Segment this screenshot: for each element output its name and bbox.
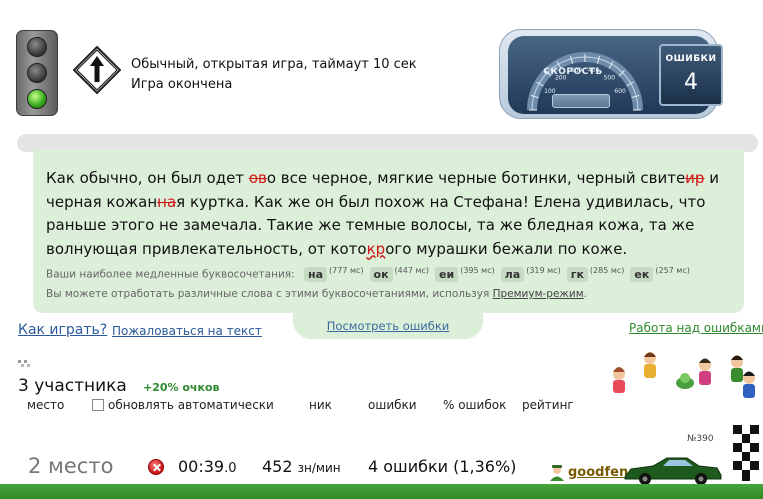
premium-mode-link[interactable]: Премиум-режим [493, 288, 584, 300]
col-place: место [27, 398, 65, 412]
combo-list: на (777 мс) ок (447 мс) еи (395 мс) ла (319 мс)… [298, 266, 690, 282]
slow-combo: еи [435, 266, 459, 282]
complain-link[interactable]: Пожаловаться на текст [112, 324, 262, 338]
dashboard: 100 200 300 400 500 600 СКОРОСТЬ ОШИБКИ 4 [499, 29, 723, 119]
text-error-fragment: на [157, 192, 177, 211]
auto-update-checkbox[interactable] [92, 399, 104, 411]
view-errors-tab: Посмотреть ошибки [293, 313, 483, 339]
game-mode-line: Обычный, открытая игра, таймаут 10 сек [131, 57, 417, 72]
text-fragment: ого мурашки бежали по коже. [385, 239, 628, 258]
col-nick: ник [309, 398, 332, 412]
slow-combo-time: (319 мс) [526, 266, 561, 275]
yellow-lamp [27, 63, 47, 83]
text-fragment: о все черное, мягкие черные ботинки, чер… [266, 169, 686, 187]
slow-combo-time: (285 мс) [589, 266, 625, 275]
text-error-fragment: ир [685, 169, 705, 187]
result-errors: 4 ошибки (1,36%) [368, 457, 517, 476]
game-info: Обычный, открытая игра, таймаут 10 сек И… [131, 55, 417, 95]
text-fragment: Как обычно, он был одет [46, 169, 249, 187]
result-speed: 452 зн/мин [262, 457, 341, 476]
errors-counter: ОШИБКИ 4 [659, 44, 723, 106]
slow-combo-time: (777 мс) [329, 266, 364, 275]
view-errors-link[interactable]: Посмотреть ошибки [293, 319, 483, 333]
result-place: 2 место [28, 454, 114, 478]
errors-count: 4 [684, 70, 698, 95]
slow-combinations-label: Ваши наиболее медленные буквосочетания: [46, 268, 295, 281]
auto-update-label[interactable]: обновлять автоматически [108, 398, 274, 412]
col-error-pct: % ошибок [443, 398, 507, 412]
red-lamp [27, 37, 47, 57]
slow-combo-time: (395 мс) [460, 266, 495, 275]
text-panel: Как обычно, он был одет ово все черное, … [33, 150, 744, 313]
how-to-play-link[interactable]: Как играть? [18, 322, 107, 338]
user-avatar-icon [550, 465, 564, 481]
slow-combo-time: (257 мс) [655, 266, 690, 275]
slow-combo: гк [566, 266, 588, 282]
speedo-tick-label: 600 [614, 88, 626, 95]
typed-text: Как обычно, он был одет ово все черное, … [46, 167, 732, 261]
col-rating: рейтинг [522, 398, 574, 412]
car-number: №390 [687, 434, 714, 444]
speed-readout-box [552, 94, 610, 108]
slow-combinations: Ваши наиболее медленные буквосочетания: … [46, 266, 690, 282]
text-error-fragment: ов [248, 169, 267, 187]
race-track [0, 484, 763, 499]
participants-characters-icon [613, 352, 755, 398]
slow-combo: ок [369, 266, 393, 282]
finish-flag-icon [733, 425, 759, 481]
race-car-icon [624, 457, 722, 485]
slow-combo: ек [630, 266, 654, 282]
dashboard-panel: 100 200 300 400 500 600 СКОРОСТЬ ОШИБКИ 4 [508, 36, 723, 114]
slow-combo-time: (447 мс) [394, 266, 430, 275]
failed-icon [148, 459, 164, 475]
time-main: 00:39 [178, 457, 225, 476]
green-lamp [27, 89, 47, 109]
practice-text: Вы можете отработать различные слова с э… [46, 288, 490, 300]
time-frac: .0 [224, 461, 237, 476]
practice-hint: Вы можете отработать различные слова с э… [46, 288, 587, 300]
bonus-badge: +20% очков [143, 381, 220, 394]
speed-label: СКОРОСТЬ [543, 67, 603, 77]
straight-arrow-road-sign-icon [73, 46, 121, 94]
slow-combo: ла [500, 266, 525, 282]
errors-label: ОШИБКИ [665, 54, 717, 64]
practice-suffix: . [583, 288, 587, 300]
result-time: 00:39.0 [178, 457, 237, 476]
work-on-errors-link[interactable]: Работа над ошибками [629, 321, 763, 335]
col-errors: ошибки [368, 398, 417, 412]
speed-unit: зн/мин [297, 461, 341, 475]
game-status-line: Игра окончена [131, 77, 233, 92]
dots-icon [18, 360, 30, 367]
username-link[interactable]: goodfen [568, 465, 628, 480]
participants-count: 3 участника [18, 376, 127, 396]
results-table-header: место обновлять автоматически ник ошибки… [27, 398, 587, 414]
text-error-fragment: кр [366, 239, 386, 258]
traffic-light-icon [16, 30, 58, 116]
speed-value: 452 [262, 457, 293, 476]
slow-combo: на [303, 266, 328, 282]
